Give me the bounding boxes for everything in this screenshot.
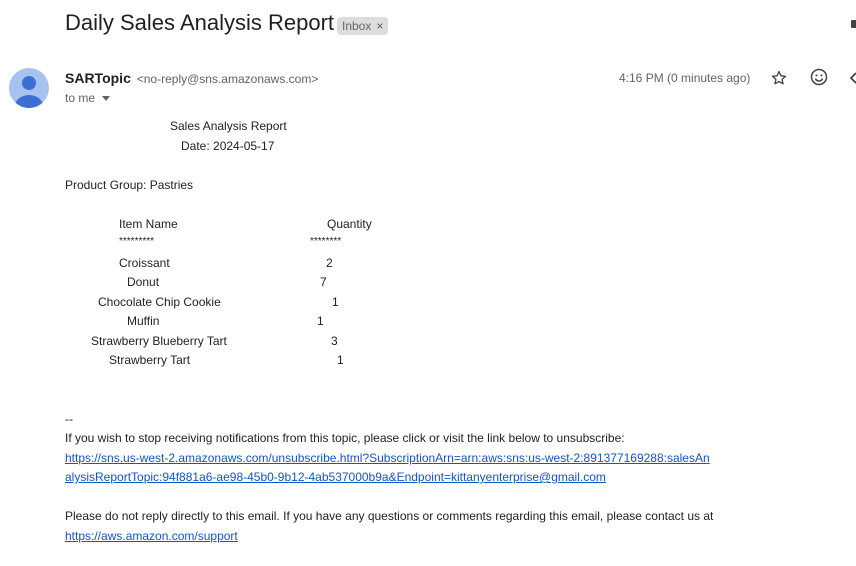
sender-avatar[interactable]: [9, 68, 49, 108]
separator-item: *********: [119, 236, 155, 247]
sender-name[interactable]: SARTopic: [65, 70, 131, 86]
report-title: Sales Analysis Report: [170, 119, 287, 133]
signature-dashes: --: [65, 412, 73, 426]
column-header-item: Item Name: [119, 217, 178, 231]
sender-email: <no-reply@sns.amazonaws.com>: [136, 72, 319, 86]
item-name: Chocolate Chip Cookie: [98, 295, 221, 309]
star-icon: [771, 70, 787, 85]
column-header-quantity: Quantity: [327, 217, 372, 231]
item-quantity: 7: [320, 275, 327, 289]
remove-label-icon[interactable]: ×: [376, 17, 383, 35]
item-name: Muffin: [127, 314, 160, 328]
sender-row: SARTopic <no-reply@sns.amazonaws.com>: [65, 70, 318, 86]
reply-button[interactable]: [849, 70, 856, 86]
recipient-text: to me: [65, 91, 96, 105]
item-quantity: 1: [332, 295, 339, 309]
item-name: Croissant: [119, 256, 170, 270]
inbox-label-badge[interactable]: Inbox ×: [337, 17, 389, 35]
item-quantity: 1: [317, 314, 324, 328]
add-reaction-button[interactable]: [809, 67, 829, 87]
email-timestamp: 4:16 PM (0 minutes ago): [619, 71, 751, 85]
item-name: Donut: [127, 275, 160, 289]
item-name: Strawberry Blueberry Tart: [91, 334, 227, 348]
support-link[interactable]: https://aws.amazon.com/support: [65, 529, 238, 543]
report-date: Date: 2024-05-17: [181, 139, 275, 153]
unsubscribe-text: If you wish to stop receiving notificati…: [65, 431, 625, 445]
separator-quantity: ********: [310, 236, 342, 247]
email-subject: Daily Sales Analysis Report: [65, 10, 335, 35]
print-icon[interactable]: [851, 16, 856, 32]
emoji-icon: [810, 68, 828, 86]
recipient-details-toggle[interactable]: to me: [65, 91, 111, 105]
unsubscribe-link-continued[interactable]: alysisReportTopic:94f881a6-ae98-45b0-9b1…: [65, 470, 606, 484]
inbox-label-text: Inbox: [342, 19, 372, 33]
no-reply-notice: Please do not reply directly to this ema…: [65, 509, 714, 523]
product-group: Product Group: Pastries: [65, 178, 194, 192]
item-quantity: 3: [331, 334, 338, 348]
item-quantity: 2: [326, 256, 333, 270]
chevron-down-icon[interactable]: [102, 96, 111, 101]
item-name: Strawberry Tart: [109, 353, 191, 367]
item-quantity: 1: [337, 353, 344, 367]
star-button[interactable]: [769, 68, 789, 88]
unsubscribe-link[interactable]: https://sns.us-west-2.amazonaws.com/unsu…: [65, 451, 710, 465]
reply-icon: [849, 72, 856, 84]
